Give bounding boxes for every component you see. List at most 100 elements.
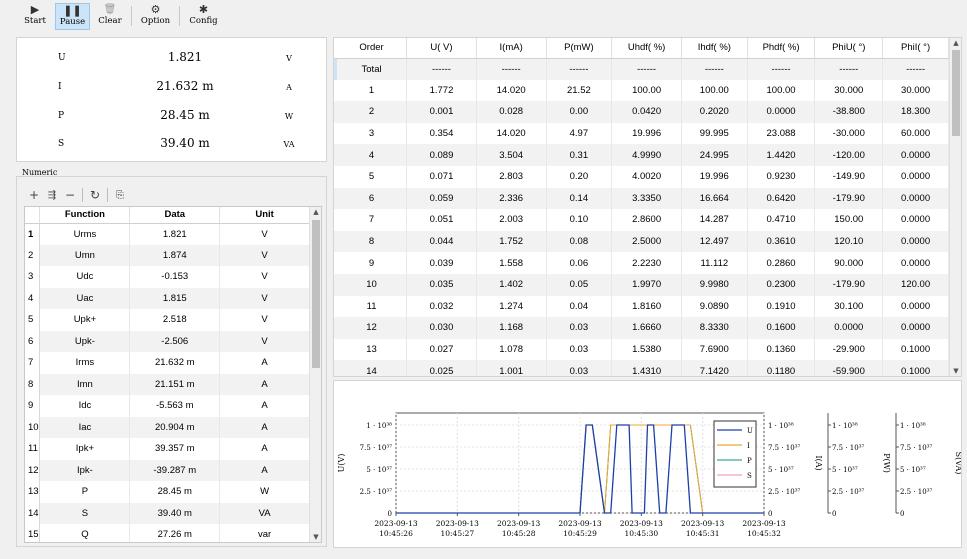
column-header[interactable]: Uhdf( %) [611, 38, 682, 59]
table-cell: -149.90 [814, 165, 884, 188]
column-header[interactable]: Ihdf( %) [681, 38, 748, 59]
function-row[interactable]: 13 P 28.45 mW [25, 481, 310, 503]
harmonic-row[interactable]: Total ------ ------ ------ ------ ------ -----… [334, 58, 949, 80]
harmonic-row[interactable]: 8 0.044 1.752 0.08 2.5000 12.497 0.3610 120.10 0… [334, 230, 949, 253]
function-row[interactable]: 15 Q 27.26 m var [25, 524, 310, 542]
table-cell: 0.4710 [747, 209, 816, 231]
function-row[interactable]: 4 Uac 1.815 V [25, 287, 310, 309]
scrollbar-thumb[interactable] [952, 50, 960, 136]
table-cell: 3.3350 [611, 187, 682, 210]
harmonic-row[interactable]: 9 0.039 1.558 0.06 2.2230 11.112 0.2860 90.000 0… [334, 252, 949, 274]
column-header[interactable]: Function [39, 207, 131, 224]
table-cell: 19.996 [611, 122, 682, 145]
scroll-up-icon[interactable]: ▲ [950, 39, 961, 47]
harmonic-row[interactable]: 5 0.071 2.803 0.20 4.0020 19.996 0.9230 -149.90… [334, 165, 949, 188]
config-button[interactable]: ✱ Config [187, 3, 220, 30]
add-icon[interactable]: + [25, 188, 43, 202]
harmonic-table-scrollbar[interactable]: ▲ ▼ [949, 38, 961, 376]
column-header[interactable]: PhiU( °) [814, 38, 884, 59]
table-cell: 21.52 [546, 79, 613, 102]
scroll-down-icon[interactable]: ▼ [310, 533, 321, 541]
table-cell: 19.996 [681, 165, 748, 188]
pause-button[interactable]: ❚❚ Pause [55, 3, 90, 30]
table-cell: 2 [336, 101, 408, 123]
function-row[interactable]: 9 Idc -5.563 mA [25, 395, 310, 417]
trend-chart[interactable]: 0 0 2.5 · 10³⁷ 2.5 · 10³⁷ 5 · 10³⁷ 5 · 10³⁷ 7.… [334, 381, 963, 547]
harmonic-row[interactable]: 7 0.051 2.003 0.10 2.8600 14.287 0.4710 150.00 0… [334, 209, 949, 231]
row-number: 6 [25, 330, 41, 352]
table-cell: var [219, 524, 310, 542]
table-cell: 21.151 m [129, 373, 221, 395]
clear-button[interactable]: 🗑 Clear [95, 3, 125, 30]
function-row[interactable]: 7 Irms 21.632 mA [25, 352, 310, 374]
function-row[interactable]: 14 S 39.40 m VA [25, 502, 310, 524]
function-row[interactable]: 2 Umn 1.874 V [25, 244, 310, 266]
table-cell: 13 [336, 338, 408, 361]
gear-icon: ⚙ [150, 3, 161, 16]
table-cell: 0.354 [406, 122, 477, 145]
table-cell: 18.300 [882, 101, 949, 123]
column-header[interactable]: Unit [219, 207, 310, 224]
table-cell: 0.0000 [882, 144, 949, 166]
insert-icon[interactable]: ⇶ [43, 190, 61, 201]
row-number: 10 [25, 416, 41, 438]
table-cell: 0.2300 [747, 273, 816, 296]
table-cell: Ipk- [39, 459, 131, 481]
option-button[interactable]: ⚙ Option [139, 3, 172, 30]
harmonic-row[interactable]: 12 0.030 1.168 0.03 1.6660 8.3330 0.1600 0.0000… [334, 317, 949, 339]
harmonic-row[interactable]: 3 0.354 14.020 4.97 19.996 99.995 23.088 -30.00… [334, 122, 949, 145]
function-row[interactable]: 8 Imn 21.151 mA [25, 373, 310, 395]
scroll-down-icon[interactable]: ▼ [950, 367, 961, 375]
harmonic-row[interactable]: 2 0.001 0.028 0.00 0.0420 0.2020 0.0000 -38.800… [334, 101, 949, 123]
harmonic-row[interactable]: 13 0.027 1.078 0.03 1.5380 7.6900 0.1360 -29.90… [334, 338, 949, 361]
harmonic-row[interactable]: 6 0.059 2.336 0.14 3.3350 16.664 0.6420 -179.90… [334, 187, 949, 210]
table-cell: -59.900 [814, 360, 884, 376]
column-header[interactable]: PhiI( °) [882, 38, 949, 59]
scroll-up-icon[interactable]: ▲ [310, 208, 321, 216]
summary-value: 1.821 [167, 50, 203, 64]
function-row[interactable]: 6 Upk- -2.506 V [25, 330, 310, 352]
row-number: 12 [25, 459, 41, 481]
harmonic-row[interactable]: 4 0.089 3.504 0.31 4.9990 24.995 1.4420 -120.00… [334, 144, 949, 166]
harmonic-row[interactable]: 1 1.772 14.020 21.52 100.00 100.00 100.00 30.00… [334, 79, 949, 102]
table-cell: 4.9990 [611, 144, 682, 166]
function-table-scrollbar[interactable]: ▲ ▼ [309, 207, 321, 542]
table-cell: ------ [546, 58, 613, 80]
column-header[interactable]: Order [336, 38, 408, 59]
table-cell: 0.1000 [882, 338, 949, 361]
column-header[interactable]: U( V) [406, 38, 477, 59]
table-cell: 0.9230 [747, 165, 816, 188]
column-header[interactable]: Phdf( %) [747, 38, 816, 59]
function-row[interactable]: 11 Ipk+ 39.357 mA [25, 438, 310, 460]
column-header[interactable]: I(mA) [476, 38, 547, 59]
remove-icon[interactable]: − [61, 188, 79, 202]
legend-label: U [747, 427, 753, 435]
harmonic-row[interactable]: 14 0.025 1.001 0.03 1.4310 7.1420 0.1180 -59.90… [334, 360, 949, 376]
start-button[interactable]: ▶ Start [19, 3, 51, 30]
y-tick-label: 5 · 10³⁷ [366, 466, 392, 474]
table-cell: Iac [39, 416, 131, 438]
row-number: 7 [25, 352, 41, 374]
harmonic-row[interactable]: 11 0.032 1.274 0.04 1.8160 9.0890 0.1910 30.100… [334, 295, 949, 318]
table-cell: Udc [39, 266, 131, 288]
table-cell: Umn [39, 244, 131, 266]
table-cell: 2.5000 [611, 230, 682, 253]
function-row[interactable]: 5 Upk+ 2.518 V [25, 309, 310, 331]
function-row[interactable]: 3 Udc -0.153 V [25, 266, 310, 288]
column-header[interactable]: Data [129, 207, 221, 224]
scrollbar-thumb[interactable] [312, 220, 320, 368]
export-icon[interactable]: ⎘ [111, 190, 129, 201]
table-cell: 0.00 [546, 101, 613, 123]
y-tick-label-right: 0 [768, 510, 772, 518]
table-cell: 1.815 [129, 287, 221, 309]
column-header[interactable]: P(mW) [546, 38, 613, 59]
harmonic-row[interactable]: 10 0.035 1.402 0.05 1.9970 9.9980 0.2300 -179.9… [334, 273, 949, 296]
function-row[interactable]: 1 Urms 1.821 V [25, 223, 310, 245]
table-cell: V [219, 309, 310, 331]
function-row[interactable]: 12 Ipk- -39.287 mA [25, 459, 310, 481]
table-cell: 10 [336, 273, 408, 296]
row-number: 5 [25, 309, 41, 331]
refresh-icon[interactable]: ↻ [86, 188, 104, 202]
function-row[interactable]: 10 Iac 20.904 mA [25, 416, 310, 438]
table-cell: 0.3610 [747, 230, 816, 253]
